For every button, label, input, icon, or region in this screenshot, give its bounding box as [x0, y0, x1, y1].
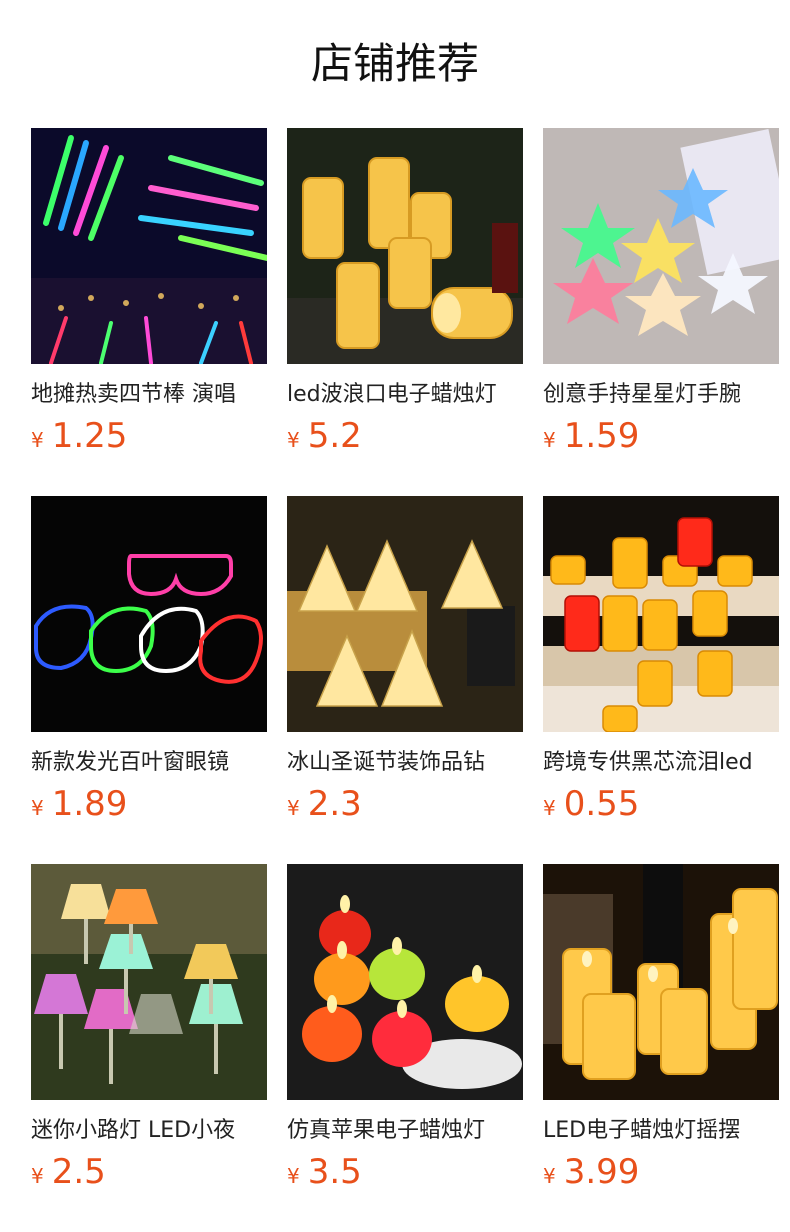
currency-symbol: ¥ [287, 1164, 300, 1188]
price-value: 2.5 [51, 1152, 106, 1192]
product-name[interactable]: 创意手持星星灯手腕 [543, 380, 779, 410]
product-grid: 地摊热卖四节棒 演唱 ¥1.25 led波浪口电子蜡烛灯 ¥ 5.2 创意手持星… [31, 128, 790, 1228]
glow-sticks-image[interactable] [31, 128, 267, 364]
section-title: 店铺推荐 [310, 39, 479, 88]
product-name[interactable]: 迷你小路灯 LED小夜 [31, 1116, 267, 1146]
apple-candles-image[interactable] [287, 864, 523, 1100]
currency-symbol: ¥ [287, 428, 300, 452]
tealight-candles-image[interactable] [543, 496, 779, 732]
product-card[interactable]: 新款发光百叶窗眼镜 ¥1.89 [31, 496, 267, 836]
price-value: 0.55 [563, 784, 640, 824]
product-card[interactable]: 地摊热卖四节棒 演唱 ¥1.25 [31, 128, 267, 468]
product-name[interactable]: 跨境专供黑芯流泪led [543, 748, 779, 778]
currency-symbol: ¥ [543, 796, 556, 820]
led-candles-image[interactable] [287, 128, 523, 364]
product-card[interactable]: 跨境专供黑芯流泪led ¥0.55 [543, 496, 779, 836]
price-value: 1.59 [563, 416, 640, 456]
product-name[interactable]: LED电子蜡烛灯摇摆 [543, 1116, 779, 1146]
product-name[interactable]: led波浪口电子蜡烛灯 [287, 380, 523, 410]
product-card[interactable]: led波浪口电子蜡烛灯 ¥5.2 [287, 128, 523, 468]
product-price: ¥5.2 [287, 416, 362, 460]
product-price: ¥3.5 [287, 1152, 362, 1196]
product-name[interactable]: 地摊热卖四节棒 演唱 [31, 380, 267, 410]
currency-symbol: ¥ [543, 428, 556, 452]
product-price: ¥0.55 [543, 784, 639, 828]
product-card[interactable]: 仿真苹果电子蜡烛灯 ¥3.5 [287, 864, 523, 1204]
product-price: ¥1.89 [31, 784, 127, 828]
price-value: 1.89 [51, 784, 128, 824]
product-name[interactable]: 冰山圣诞节装饰品钻 [287, 748, 523, 778]
product-card[interactable]: 创意手持星星灯手腕 ¥1.59 [543, 128, 779, 468]
currency-symbol: ¥ [31, 1164, 44, 1188]
product-card[interactable]: 迷你小路灯 LED小夜 ¥2.5 [31, 864, 267, 1204]
currency-symbol: ¥ [543, 1164, 556, 1188]
currency-symbol: ¥ [287, 796, 300, 820]
product-price: ¥3.99 [543, 1152, 639, 1196]
product-card[interactable]: LED电子蜡烛灯摇摆 ¥3.99 [543, 864, 779, 1204]
product-price: ¥1.25 [31, 416, 127, 460]
price-value: 3.99 [563, 1152, 640, 1192]
price-value: 1.25 [51, 416, 128, 456]
price-value: 5.2 [307, 416, 362, 456]
product-card[interactable]: 冰山圣诞节装饰品钻 ¥2.3 [287, 496, 523, 836]
price-value: 2.3 [307, 784, 362, 824]
mini-lamps-image[interactable] [31, 864, 267, 1100]
currency-symbol: ¥ [31, 428, 44, 452]
product-name[interactable]: 仿真苹果电子蜡烛灯 [287, 1116, 523, 1146]
currency-symbol: ¥ [31, 796, 44, 820]
product-price: ¥2.5 [31, 1152, 106, 1196]
price-value: 3.5 [307, 1152, 362, 1192]
crystal-tree-lights-image[interactable] [287, 496, 523, 732]
swing-candles-image[interactable] [543, 864, 779, 1100]
star-lights-image[interactable] [543, 128, 779, 364]
product-name[interactable]: 新款发光百叶窗眼镜 [31, 748, 267, 778]
product-price: ¥2.3 [287, 784, 362, 828]
glowing-glasses-image[interactable] [31, 496, 267, 732]
product-price: ¥1.59 [543, 416, 639, 460]
